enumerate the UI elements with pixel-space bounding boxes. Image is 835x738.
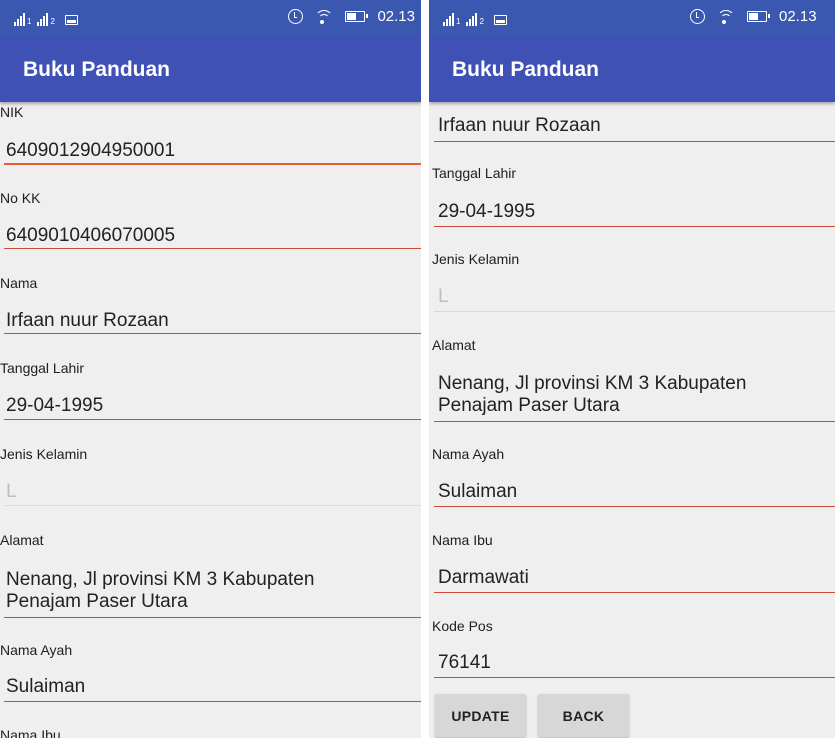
jenis-kelamin-underline bbox=[4, 505, 421, 506]
screen-right: 1 2 02.13 Buku Panduan Irfaan nuur Rozaa… bbox=[429, 0, 835, 738]
nik-label: NIK bbox=[0, 104, 24, 120]
nama-input[interactable]: Irfaan nuur Rozaan bbox=[438, 115, 601, 137]
nama-ayah-underline bbox=[434, 506, 835, 507]
sim2-number: 2 bbox=[50, 17, 55, 26]
tanggal-lahir-underline bbox=[4, 419, 421, 420]
jenis-kelamin-input[interactable]: L bbox=[6, 481, 17, 503]
tanggal-lahir-label: Tanggal Lahir bbox=[0, 360, 85, 376]
kode-pos-underline bbox=[434, 677, 835, 678]
tanggal-lahir-label: Tanggal Lahir bbox=[432, 165, 517, 181]
no-kk-label: No KK bbox=[0, 190, 41, 206]
nik-input[interactable]: 6409012904950001 bbox=[6, 140, 175, 162]
signal-sim1-icon: 1 bbox=[14, 13, 31, 26]
nama-label: Nama bbox=[0, 275, 38, 291]
signal-sim2-icon: 2 bbox=[37, 13, 55, 26]
app-title: Buku Panduan bbox=[452, 58, 600, 81]
alamat-underline bbox=[434, 421, 835, 422]
tanggal-lahir-underline bbox=[434, 226, 835, 227]
alamat-underline bbox=[4, 617, 421, 618]
nama-ayah-label: Nama Ayah bbox=[432, 446, 505, 462]
back-button[interactable]: BACK bbox=[538, 694, 629, 737]
signal-indicators: 1 2 bbox=[14, 12, 78, 26]
alamat-input-line1[interactable]: Nenang, Jl provinsi KM 3 Kabupaten bbox=[6, 569, 314, 591]
app-bar: Buku Panduan bbox=[0, 36, 421, 102]
screen-left: 1 2 02.13 Buku Panduan NIK 6409012904950… bbox=[0, 0, 421, 738]
alamat-input-line2[interactable]: Penajam Paser Utara bbox=[438, 395, 620, 417]
nama-ibu-label: Nama Ibu bbox=[432, 532, 493, 548]
alarm-icon bbox=[690, 9, 705, 24]
tanggal-lahir-input[interactable]: 29-04-1995 bbox=[6, 395, 103, 417]
nama-ayah-input[interactable]: Sulaiman bbox=[438, 481, 517, 503]
alarm-icon bbox=[288, 9, 304, 24]
update-button[interactable]: UPDATE bbox=[435, 694, 526, 737]
sim1-number: 1 bbox=[456, 17, 461, 26]
gallery-notification-icon bbox=[493, 15, 507, 25]
status-bar: 1 2 02.13 bbox=[429, 0, 835, 36]
jenis-kelamin-label: Jenis Kelamin bbox=[432, 251, 520, 267]
sim1-number: 1 bbox=[27, 17, 32, 26]
wifi-icon bbox=[717, 9, 735, 25]
jenis-kelamin-underline bbox=[434, 311, 835, 312]
nik-underline bbox=[4, 163, 421, 165]
alamat-input-line2[interactable]: Penajam Paser Utara bbox=[6, 591, 188, 613]
nama-ibu-label: Nama Ibu bbox=[0, 727, 61, 738]
alamat-label: Alamat bbox=[0, 532, 44, 548]
nama-ibu-input[interactable]: Darmawati bbox=[438, 567, 529, 589]
gallery-notification-icon bbox=[64, 15, 78, 25]
tanggal-lahir-input[interactable]: 29-04-1995 bbox=[438, 201, 535, 223]
battery-icon bbox=[747, 11, 770, 22]
no-kk-input[interactable]: 6409010406070005 bbox=[6, 225, 175, 247]
jenis-kelamin-label: Jenis Kelamin bbox=[0, 446, 88, 462]
status-bar: 1 2 02.13 bbox=[0, 0, 421, 36]
status-time: 02.13 bbox=[377, 8, 415, 25]
alamat-input-line1[interactable]: Nenang, Jl provinsi KM 3 Kabupaten bbox=[438, 373, 746, 395]
jenis-kelamin-input[interactable]: L bbox=[438, 286, 449, 308]
app-title: Buku Panduan bbox=[23, 58, 171, 81]
kode-pos-label: Kode Pos bbox=[432, 618, 493, 634]
nama-ibu-underline bbox=[434, 592, 835, 593]
status-time: 02.13 bbox=[779, 8, 817, 25]
nama-ayah-input[interactable]: Sulaiman bbox=[6, 676, 85, 698]
sim2-number: 2 bbox=[479, 17, 484, 26]
signal-sim1-icon: 1 bbox=[443, 13, 460, 26]
alamat-label: Alamat bbox=[432, 337, 476, 353]
app-bar: Buku Panduan bbox=[429, 36, 835, 102]
battery-icon bbox=[345, 11, 369, 22]
signal-indicators: 1 2 bbox=[443, 12, 507, 26]
no-kk-underline bbox=[4, 248, 421, 249]
nama-ayah-label: Nama Ayah bbox=[0, 642, 73, 658]
nama-underline bbox=[4, 333, 421, 334]
wifi-icon bbox=[315, 9, 334, 25]
kode-pos-input[interactable]: 76141 bbox=[438, 652, 491, 674]
nama-input[interactable]: Irfaan nuur Rozaan bbox=[6, 310, 169, 332]
signal-sim2-icon: 2 bbox=[466, 13, 484, 26]
nama-underline bbox=[434, 141, 835, 142]
nama-ayah-underline bbox=[4, 701, 421, 702]
